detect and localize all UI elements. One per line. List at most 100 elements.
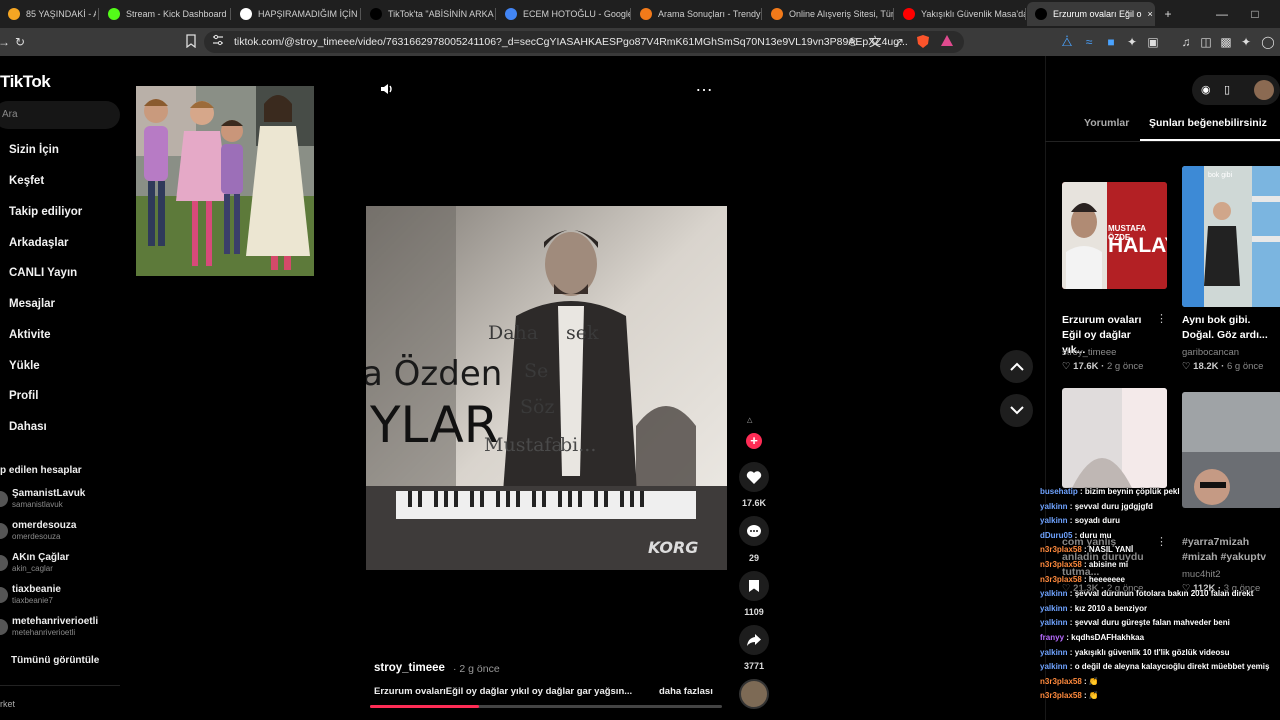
brave-shield-icon[interactable] [915, 34, 931, 50]
follow-plus-icon[interactable]: + [746, 433, 762, 449]
screenshot-icon[interactable]: ▣ [1145, 34, 1161, 50]
close-tab-icon[interactable]: × [1148, 9, 1153, 19]
chat-separator: : [1077, 487, 1085, 496]
reload-icon[interactable]: ↻ [12, 34, 28, 50]
media-icon[interactable]: ♫ [1178, 34, 1194, 50]
like-button[interactable] [739, 462, 769, 492]
reader-mode-icon[interactable]: ℗ [845, 34, 861, 50]
wallet-icon[interactable]: ▩ [1218, 34, 1234, 50]
account-handle: tiaxbeanie7 [12, 596, 53, 605]
extension-2-icon[interactable]: ≈ [1081, 34, 1097, 50]
tiktok-logo[interactable]: TikTok [0, 72, 51, 92]
comment-count: 29 [748, 553, 759, 563]
profile-shield-icon[interactable]: ◯ [1260, 34, 1276, 50]
more-options-icon[interactable]: … [694, 76, 714, 98]
brave-rewards-icon[interactable] [939, 34, 955, 50]
chat-username: n3r3plax58 [1040, 574, 1082, 584]
chat-separator: : [1067, 647, 1075, 657]
leo-ai-icon[interactable]: ✦ [1238, 34, 1254, 50]
extension-1-icon[interactable]: ⧊ [1059, 34, 1075, 50]
browser-tab[interactable]: 85 YAŞINDAKİ - Arama [0, 2, 96, 26]
extensions-puzzle-icon[interactable]: ✦ [1124, 34, 1140, 50]
following-account[interactable]: tiaxbeanie tiaxbeanie7 [0, 583, 120, 611]
bookmark-icon [749, 580, 759, 592]
previous-video-button[interactable] [1000, 350, 1033, 383]
new-tab-button[interactable]: + [1158, 4, 1178, 24]
creator-avatar-small-icon[interactable]: △ [747, 416, 761, 424]
suggested-video-thumbnail[interactable]: bok gibi [1182, 166, 1280, 307]
search-input[interactable]: Ara [0, 101, 120, 129]
maximize-icon[interactable]: □ [1245, 4, 1265, 24]
chat-message: n3r3plax58 : 👏 [1040, 677, 1280, 692]
chat-text: kqdhsDAFHakhkaa [1071, 632, 1145, 642]
following-account[interactable]: ŞamanistLavuk samanistlavuk [0, 487, 120, 515]
see-all-link[interactable]: Tümünü görüntüle [11, 655, 99, 666]
video-player[interactable]: Daha sek Se Söz Mustafa bi... a Özden YL… [366, 206, 727, 570]
sidebar-icon[interactable]: ◫ [1198, 34, 1214, 50]
account-name: ŞamanistLavuk [12, 488, 86, 499]
nav-item[interactable]: Mesajlar [9, 298, 55, 310]
previous-video-thumbnail[interactable] [136, 86, 314, 276]
avatar [0, 491, 8, 507]
account-handle: omerdesouza [12, 532, 61, 541]
chat-separator: : [1072, 530, 1080, 540]
nav-item[interactable]: CANLI Yayın [9, 267, 77, 279]
tab-favicon-icon [8, 8, 20, 20]
nav-item[interactable]: Yükle [9, 360, 40, 372]
minimize-icon[interactable]: — [1212, 4, 1232, 24]
video-progress-bar[interactable] [370, 705, 722, 708]
chat-message: busehatip : bizim beynin çöplük pekl [1040, 487, 1280, 502]
browser-tab[interactable]: TikTok'ta "ABİSİNİN ARKA [362, 2, 495, 26]
share-button[interactable] [739, 625, 769, 655]
extension-3-icon[interactable]: ■ [1103, 34, 1119, 50]
forward-icon[interactable]: → [0, 34, 12, 50]
footer-link[interactable]: rket [0, 699, 15, 709]
site-info-icon[interactable] [210, 34, 226, 50]
suggested-video-title[interactable]: Aynı bok gibi. Doğal. Göz ardı... [1182, 313, 1280, 343]
nav-item[interactable]: Dahası [9, 421, 47, 433]
browser-tab[interactable]: Erzurum ovaları Eğil o × [1027, 2, 1155, 26]
browser-tab[interactable]: HAPŞIRAMADIĞIM İÇİN Ö [232, 2, 360, 26]
save-button[interactable] [739, 571, 769, 601]
browser-toolbar: → ↻ tiktok.com/@stroy_timeee/video/76316… [0, 28, 1280, 56]
volume-icon[interactable] [378, 80, 396, 98]
nav-item[interactable]: Arkadaşlar [9, 237, 68, 249]
chat-username: yalkinn [1040, 647, 1068, 657]
next-video-button[interactable] [1000, 394, 1033, 427]
suggested-video-user[interactable]: garibocancan [1182, 347, 1239, 358]
nav-item[interactable]: Sizin İçin [9, 144, 59, 156]
suggested-video-thumbnail[interactable]: MUSTAFA ÖZDE HALAY [1062, 182, 1167, 289]
video-author[interactable]: stroy_timeee [374, 662, 445, 674]
user-avatar[interactable] [1254, 80, 1274, 100]
nav-item[interactable]: Takip ediliyor [9, 206, 82, 218]
nav-item[interactable]: Aktivite [9, 329, 51, 341]
suggested-video-thumbnail[interactable] [1062, 388, 1167, 488]
share-arrow-icon [747, 634, 761, 646]
phone-icon[interactable]: ▯ [1224, 83, 1230, 96]
tab-comments[interactable]: Yorumlar [1084, 117, 1129, 129]
nav-item[interactable]: Profil [9, 390, 38, 402]
tab-you-may-like[interactable]: Şunları beğenebilirsiniz [1149, 117, 1267, 129]
compass-icon[interactable]: ◉ [1201, 83, 1211, 96]
music-disc-avatar[interactable] [739, 679, 769, 709]
sidebar-divider [0, 685, 120, 686]
browser-tab[interactable]: Arama Sonuçları - Trendy [632, 2, 761, 26]
following-account[interactable]: metehanriverioetli metehanriverioetli [0, 615, 120, 643]
bookmark-icon[interactable] [183, 34, 199, 50]
card-more-icon[interactable]: ⋮ [1156, 312, 1167, 325]
nav-item[interactable]: Keşfet [9, 175, 44, 187]
browser-tab[interactable]: Yakışıklı Güvenlik Masa'da [895, 2, 1025, 26]
share-icon[interactable]: ↗ [891, 34, 907, 50]
comment-button[interactable] [739, 516, 769, 546]
browser-tab[interactable]: Online Alışveriş Sitesi, Tür [763, 2, 893, 26]
chat-text: NASIL YANİ [1088, 545, 1134, 555]
chat-message: yalkinn : o değil de aleyna kalaycıoğlu … [1040, 662, 1280, 677]
translate-icon[interactable]: 文 [867, 34, 883, 50]
see-more-link[interactable]: daha fazlası [659, 686, 713, 697]
following-account[interactable]: AKın Çağlar akin_caglar [0, 551, 120, 579]
browser-tab[interactable]: ECEM HOTOĞLU - Google [497, 2, 630, 26]
following-account[interactable]: omerdesouza omerdesouza [0, 519, 120, 547]
browser-tab[interactable]: Stream - Kick Dashboard [100, 2, 230, 26]
suggested-video-user[interactable]: stroy_timeee [1062, 347, 1116, 358]
account-handle: samanistlavuk [12, 500, 63, 509]
